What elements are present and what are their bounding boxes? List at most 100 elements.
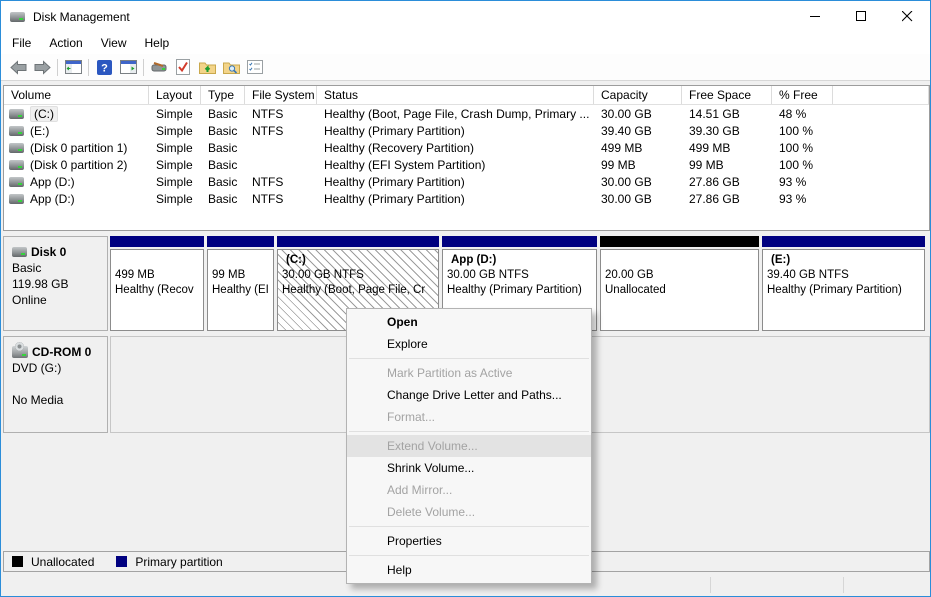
table-row[interactable]: App (D:) Simple Basic NTFS Healthy (Prim… [4, 173, 929, 190]
menu-item-extend-volume: Extend Volume... [347, 435, 591, 457]
cell-capacity: 30.00 GB [594, 192, 682, 206]
table-header-row: Volume Layout Type File System Status Ca… [4, 86, 929, 105]
cell-free-space: 27.86 GB [682, 192, 772, 206]
disk-type: Basic [12, 260, 101, 276]
action-pane-icon [120, 60, 137, 74]
status-divider [710, 577, 711, 593]
volume-name: (E:) [30, 124, 49, 138]
cell-layout: Simple [149, 158, 201, 172]
menu-item-format: Format... [347, 406, 591, 428]
close-button[interactable] [884, 1, 930, 32]
partition-block-recovery[interactable]: 499 MB Healthy (Recov [110, 236, 204, 331]
menu-item-explore[interactable]: Explore [347, 333, 591, 355]
menu-item-open[interactable]: Open [347, 311, 591, 333]
disk-size: 119.98 GB [12, 276, 101, 292]
folder-search-icon [223, 60, 240, 74]
cell-free-space: 39.30 GB [682, 124, 772, 138]
volume-name: (Disk 0 partition 1) [30, 141, 127, 155]
menu-separator [349, 526, 589, 527]
show-console-tree-button[interactable] [61, 56, 85, 78]
volume-name: (Disk 0 partition 2) [30, 158, 127, 172]
folder-up-icon [199, 60, 216, 74]
menu-item-properties[interactable]: Properties [347, 530, 591, 552]
cell-layout: Simple [149, 124, 201, 138]
table-row[interactable]: (E:) Simple Basic NTFS Healthy (Primary … [4, 122, 929, 139]
partition-block-efi[interactable]: 99 MB Healthy (EI [207, 236, 274, 331]
title-bar: Disk Management [1, 1, 930, 32]
back-icon [10, 60, 27, 75]
column-header-volume[interactable]: Volume [4, 86, 149, 104]
context-menu: Open Explore Mark Partition as Active Ch… [346, 308, 592, 584]
disk-icon [12, 247, 27, 257]
partition-block-e[interactable]: (E:) 39.40 GB NTFS Healthy (Primary Part… [762, 236, 925, 331]
table-row[interactable]: (Disk 0 partition 1) Simple Basic Health… [4, 139, 929, 156]
cell-capacity: 30.00 GB [594, 175, 682, 189]
volume-name: App (D:) [30, 175, 75, 189]
status-divider [843, 577, 844, 593]
cell-capacity: 30.00 GB [594, 107, 682, 121]
column-header-file-system[interactable]: File System [245, 86, 317, 104]
cdrom-label-panel[interactable]: CD-ROM 0 DVD (G:) No Media [3, 336, 108, 433]
column-header-status[interactable]: Status [317, 86, 594, 104]
folder-up-button[interactable] [195, 56, 219, 78]
console-tree-icon [65, 60, 82, 74]
menu-file[interactable]: File [3, 33, 40, 53]
disk-name: Disk 0 [31, 244, 66, 260]
minimize-button[interactable] [792, 1, 838, 32]
menu-separator [349, 431, 589, 432]
column-header-type[interactable]: Type [201, 86, 245, 104]
forward-icon [34, 60, 51, 75]
partition-status: Healthy (Primary Partition) [767, 283, 922, 298]
cell-status: Healthy (Recovery Partition) [317, 141, 594, 155]
partition-size: 39.40 GB NTFS [767, 268, 922, 283]
cdrom-media: No Media [12, 392, 101, 408]
volume-icon [9, 194, 24, 204]
partition-block-unallocated[interactable]: 20.00 GB Unallocated [600, 236, 759, 331]
menu-item-help[interactable]: Help [347, 559, 591, 581]
cell-layout: Simple [149, 141, 201, 155]
column-header-layout[interactable]: Layout [149, 86, 201, 104]
checklist-button[interactable] [243, 56, 267, 78]
column-header-pct-free[interactable]: % Free [772, 86, 833, 104]
forward-button[interactable] [30, 56, 54, 78]
check-status-button[interactable] [171, 56, 195, 78]
cell-pct-free: 93 % [772, 175, 833, 189]
window-title: Disk Management [33, 10, 130, 24]
menu-action[interactable]: Action [40, 33, 91, 53]
disk0-label-panel[interactable]: Disk 0 Basic 119.98 GB Online [3, 236, 108, 331]
partition-size: 99 MB [212, 268, 271, 283]
menu-view[interactable]: View [92, 33, 136, 53]
menu-help[interactable]: Help [136, 33, 179, 53]
back-button[interactable] [6, 56, 30, 78]
primary-partition-bar [207, 236, 274, 247]
table-row[interactable]: App (D:) Simple Basic NTFS Healthy (Prim… [4, 190, 929, 207]
menu-item-change-drive-letter[interactable]: Change Drive Letter and Paths... [347, 384, 591, 406]
cell-fs: NTFS [245, 107, 317, 121]
volume-icon [9, 177, 24, 187]
cell-free-space: 27.86 GB [682, 175, 772, 189]
cell-pct-free: 93 % [772, 192, 833, 206]
disk-status: Online [12, 292, 101, 308]
toolbar-separator [57, 59, 58, 76]
cell-fs: NTFS [245, 124, 317, 138]
cdrom-icon [12, 346, 28, 358]
disk-tool-button[interactable] [147, 56, 171, 78]
table-row[interactable]: (C:) Simple Basic NTFS Healthy (Boot, Pa… [4, 105, 929, 122]
column-header-free-space[interactable]: Free Space [682, 86, 772, 104]
primary-partition-bar [110, 236, 204, 247]
cell-free-space: 499 MB [682, 141, 772, 155]
cell-pct-free: 48 % [772, 107, 833, 121]
column-header-capacity[interactable]: Capacity [594, 86, 682, 104]
show-action-pane-button[interactable] [116, 56, 140, 78]
partition-status: Healthy (Boot, Page File, Cr [282, 283, 436, 298]
folder-search-button[interactable] [219, 56, 243, 78]
partition-size: 30.00 GB NTFS [282, 268, 436, 283]
help-button[interactable]: ? [92, 56, 116, 78]
maximize-button[interactable] [838, 1, 884, 32]
table-row[interactable]: (Disk 0 partition 2) Simple Basic Health… [4, 156, 929, 173]
menu-item-shrink-volume[interactable]: Shrink Volume... [347, 457, 591, 479]
cell-status: Healthy (Primary Partition) [317, 192, 594, 206]
volume-name: App (D:) [30, 192, 75, 206]
partition-status: Unallocated [605, 283, 756, 298]
cell-pct-free: 100 % [772, 124, 833, 138]
